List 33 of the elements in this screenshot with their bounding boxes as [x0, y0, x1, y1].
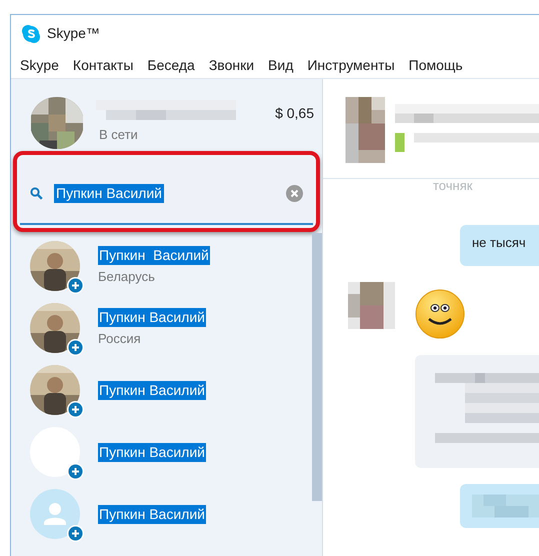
add-contact-icon[interactable]: [67, 339, 84, 356]
skype-logo-icon: [21, 24, 41, 44]
contact-name[interactable]: Пупкин Василий: [98, 380, 206, 400]
contact-name[interactable]: Пупкин Василий: [98, 504, 206, 524]
menu-item[interactable]: Инструменты: [307, 54, 395, 76]
menu-item[interactable]: Беседа: [147, 54, 195, 76]
menu-item[interactable]: Вид: [268, 54, 294, 76]
balance-text: $ 0,65: [275, 104, 314, 123]
add-contact-icon[interactable]: [67, 525, 84, 542]
search-text: Пупкин Василий: [54, 184, 164, 203]
add-contact-icon[interactable]: [67, 463, 84, 480]
clear-icon[interactable]: [286, 185, 303, 202]
contact-name[interactable]: Пупкин Василий: [98, 246, 210, 265]
menu-item[interactable]: Контакты: [72, 54, 134, 76]
add-contact-icon[interactable]: [67, 277, 84, 294]
contact-name[interactable]: Пупкин Василий: [98, 308, 206, 327]
search-icon: [30, 187, 43, 200]
contact-location: Беларусь: [98, 268, 156, 286]
menu-item[interactable]: Помощь: [408, 54, 463, 76]
blurred-text-drawing: [472, 494, 539, 518]
add-contact-icon[interactable]: [67, 401, 84, 418]
status-text: В сети: [99, 126, 139, 144]
default-avatar-icon: [30, 489, 80, 539]
scrollbar[interactable]: [312, 233, 322, 501]
menu-item[interactable]: Skype: [20, 54, 59, 76]
smiley-icon: [415, 289, 465, 339]
avatar-placeholder: [30, 427, 80, 477]
message-bubble: не тысяч: [460, 225, 539, 266]
menu-item[interactable]: Звонки: [208, 54, 254, 76]
contact-name[interactable]: Пупкин Василий: [98, 442, 206, 462]
contact-location: Россия: [98, 330, 142, 348]
window-title: Skype™: [47, 24, 100, 43]
faded-message-text: точняк: [433, 179, 474, 195]
